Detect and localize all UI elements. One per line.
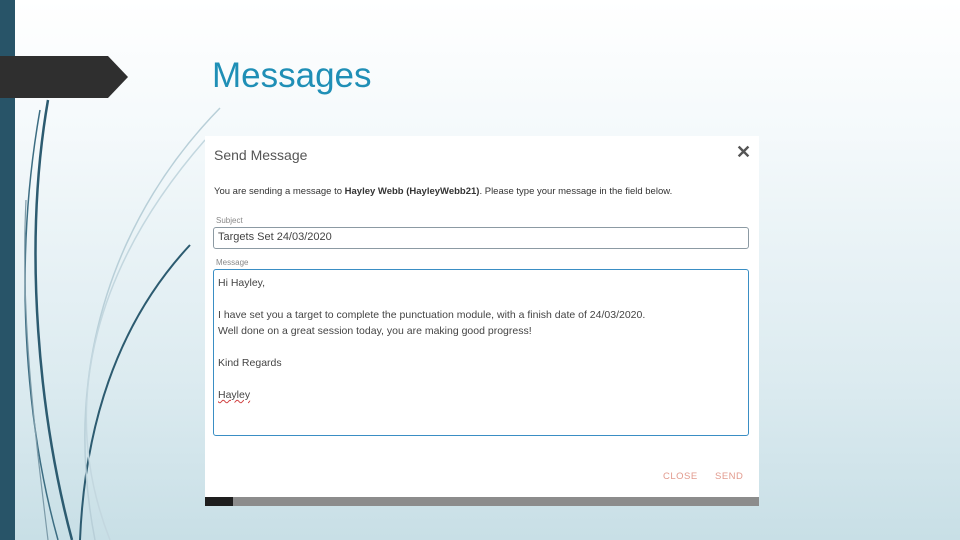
send-message-dialog: Send Message ✕ You are sending a message…: [205, 136, 759, 506]
subject-input[interactable]: Targets Set 24/03/2020: [213, 227, 749, 249]
message-line: Hayley: [218, 387, 744, 403]
slide: Messages Send Message ✕ You are sending …: [0, 0, 960, 540]
intro-suffix: . Please type your message in the field …: [479, 186, 673, 197]
message-line: Kind Regards: [218, 357, 282, 369]
message-line: [218, 339, 744, 355]
dialog-intro: You are sending a message to Hayley Webb…: [214, 186, 672, 197]
message-line: Hi Hayley,: [218, 275, 744, 291]
message-line-text: Hi Hayley,: [218, 277, 266, 289]
message-line: Well done on a great session today, you …: [218, 325, 532, 337]
message-line-text: Hayley: [218, 389, 251, 401]
close-button[interactable]: CLOSE: [663, 471, 698, 482]
title-tab-arrow: [0, 56, 128, 98]
slide-title: Messages: [212, 56, 372, 95]
dialog-bottom-bar: [205, 497, 759, 506]
intro-recipient: Hayley Webb (HayleyWebb21): [344, 186, 480, 197]
message-line: [218, 291, 744, 307]
subject-label: Subject: [216, 216, 243, 225]
dialog-title: Send Message: [214, 147, 308, 163]
message-line: I have set you a target to complete the …: [218, 309, 646, 321]
message-line: [218, 371, 744, 387]
close-icon[interactable]: ✕: [736, 142, 751, 162]
message-textarea[interactable]: Hi Hayley, I have set you a target to co…: [213, 269, 749, 436]
send-button[interactable]: SEND: [715, 471, 743, 482]
message-label: Message: [216, 258, 249, 267]
intro-prefix: You are sending a message to: [214, 186, 345, 197]
dialog-bottom-bar-dark: [205, 497, 233, 506]
